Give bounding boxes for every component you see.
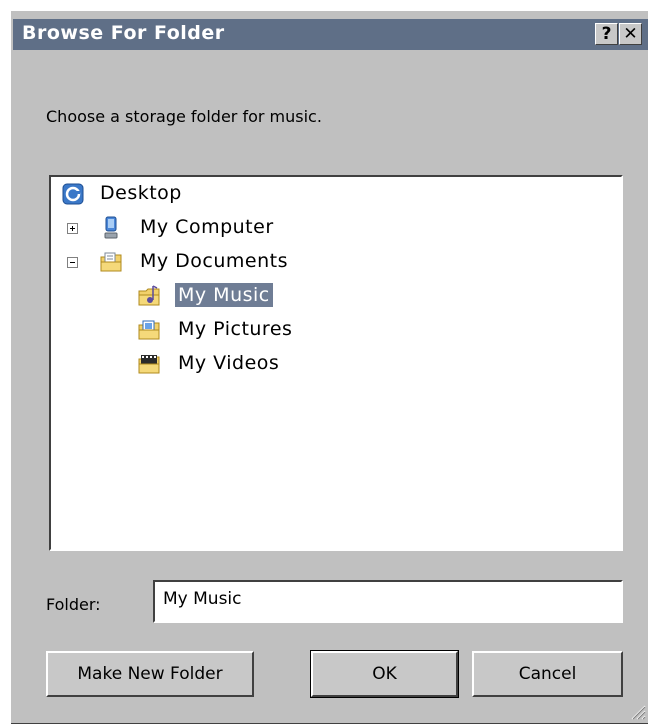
dialog-prompt: Choose a storage folder for music. (46, 107, 322, 126)
collapse-minus-icon[interactable] (67, 257, 78, 268)
videos-folder-icon (138, 355, 160, 374)
tree-item-label: Desktop (100, 182, 182, 204)
help-icon: ? (601, 24, 612, 44)
tree-item-label: My Music (175, 283, 273, 307)
title-bar[interactable]: Browse For Folder ? ✕ (13, 19, 648, 50)
tree-item-label: My Videos (178, 352, 280, 374)
tree-item-my-computer[interactable]: My Computer (51, 213, 621, 243)
make-new-folder-button[interactable]: Make New Folder (46, 651, 254, 697)
music-folder-icon (138, 285, 160, 306)
desktop-icon (62, 183, 84, 205)
tree-item-my-videos[interactable]: My Videos (51, 349, 621, 379)
ok-button[interactable]: OK (310, 650, 459, 698)
tree-item-label: My Pictures (178, 318, 293, 340)
cancel-button[interactable]: Cancel (472, 651, 623, 697)
resize-grip-icon[interactable] (628, 702, 646, 720)
documents-folder-icon (100, 252, 122, 272)
help-button[interactable]: ? (595, 23, 618, 45)
tree-item-my-pictures[interactable]: My Pictures (51, 315, 621, 345)
folder-name-input[interactable]: My Music (153, 580, 623, 623)
folder-field-label: Folder: (46, 595, 101, 614)
tree-item-desktop[interactable]: Desktop (51, 179, 621, 209)
tree-item-label: My Documents (140, 250, 289, 272)
tree-item-my-documents[interactable]: My Documents (51, 247, 621, 277)
close-button[interactable]: ✕ (619, 23, 642, 45)
computer-icon (104, 216, 118, 239)
tree-item-label: My Computer (140, 216, 274, 238)
window-title: Browse For Folder (22, 22, 225, 44)
close-icon: ✕ (623, 24, 638, 44)
tree-item-my-music[interactable]: My Music (51, 281, 621, 311)
expand-plus-icon[interactable] (67, 223, 78, 234)
pictures-folder-icon (138, 320, 160, 340)
folder-tree[interactable]: Desktop My Computer My Documents My Musi… (49, 175, 623, 551)
